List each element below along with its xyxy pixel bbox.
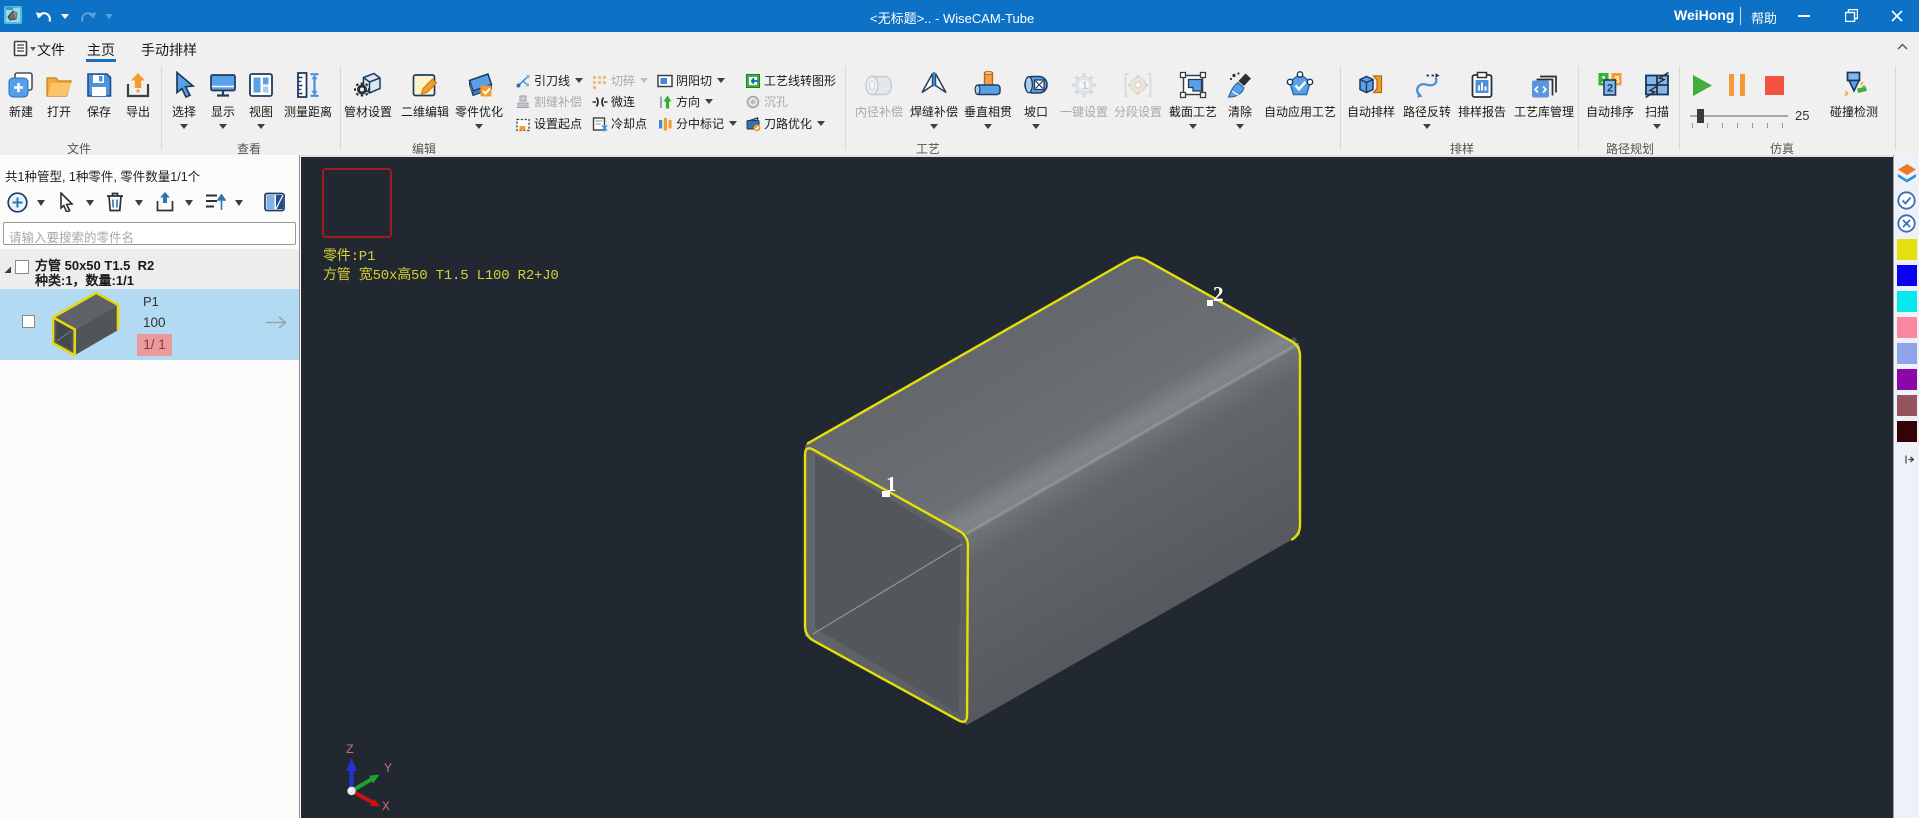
svg-text:2: 2 — [1213, 282, 1224, 306]
svg-text:2: 2 — [1607, 83, 1613, 95]
svg-text:1: 1 — [1082, 80, 1088, 92]
svg-text:1: 1 — [886, 472, 897, 496]
svg-text:Y: Y — [384, 761, 392, 776]
svg-text:X: X — [382, 799, 390, 814]
svg-text:Z: Z — [346, 742, 354, 757]
